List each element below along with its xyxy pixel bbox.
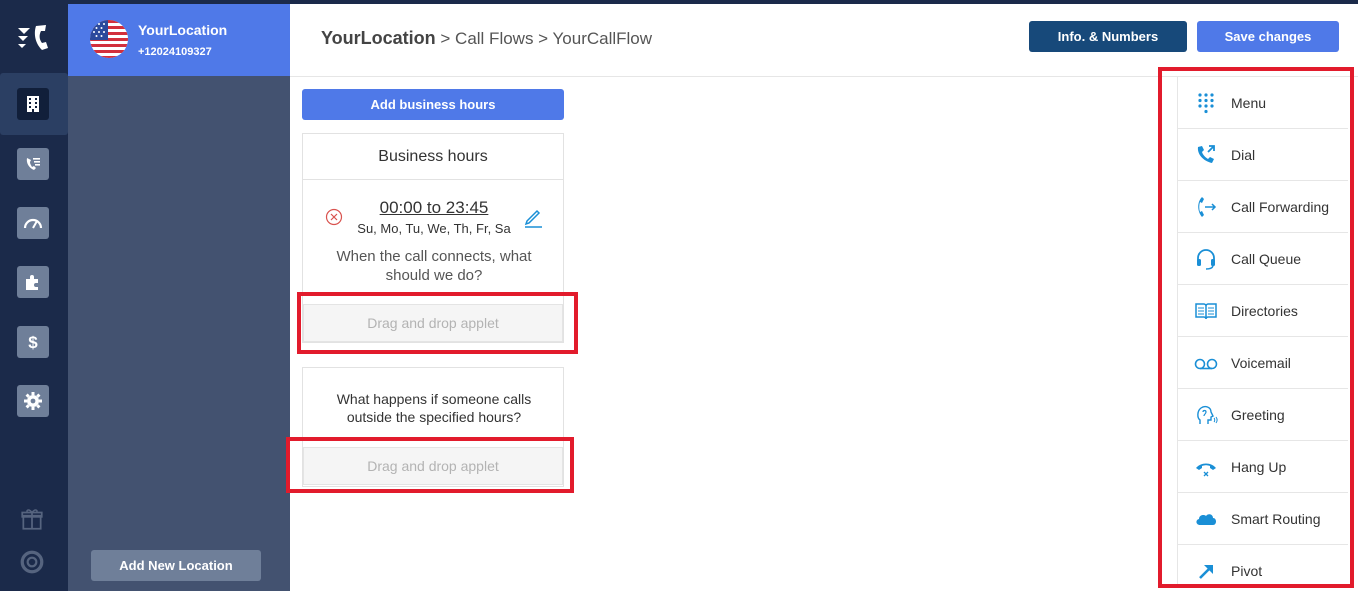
rail-locations-button[interactable] [17,88,49,120]
location-panel: YourLocation +12024109327 Add New Locati… [68,4,290,591]
app-logo-icon[interactable] [14,18,54,58]
info-numbers-button[interactable]: Info. & Numbers [1029,21,1187,52]
business-hours-title: Business hours [303,134,563,180]
rail-billing-button[interactable]: $ [17,326,49,358]
location-phone: +12024109327 [138,46,212,58]
gift-icon[interactable] [17,504,47,534]
rail-settings-button[interactable] [17,385,49,417]
edit-hours-icon[interactable] [522,206,544,228]
highlight-box-applet-list [1158,67,1354,588]
add-new-location-button[interactable]: Add New Location [91,550,261,581]
dollar-icon: $ [28,333,38,352]
breadcrumb: YourLocation > Call Flows > YourCallFlow [321,28,652,49]
rail-integrations-button[interactable] [17,266,49,298]
highlight-box-connect-drop [297,292,578,354]
building-icon [27,96,39,112]
connect-question: When the call connects, what should we d… [336,248,532,284]
rail-dashboard-button[interactable] [17,207,49,239]
gear-icon [24,392,42,410]
phone-list-icon [26,158,40,170]
breadcrumb-path: > Call Flows > YourCallFlow [435,29,653,48]
save-changes-button[interactable]: Save changes [1197,21,1339,52]
rail-call-logs-button[interactable] [17,148,49,180]
location-name: YourLocation [138,22,228,38]
location-card[interactable]: YourLocation +12024109327 [68,4,290,76]
add-business-hours-button[interactable]: Add business hours [302,89,564,120]
us-flag-icon [90,20,128,58]
highlight-box-outside-drop [286,437,574,493]
outside-hours-question: What happens if someone calls outside th… [336,391,532,425]
puzzle-icon [26,275,38,290]
breadcrumb-location[interactable]: YourLocation [321,28,436,48]
svg-text:$: $ [28,333,38,352]
gauge-icon [23,218,43,229]
app-rail: $ [0,4,68,591]
help-lifebuoy-icon[interactable] [17,547,47,577]
